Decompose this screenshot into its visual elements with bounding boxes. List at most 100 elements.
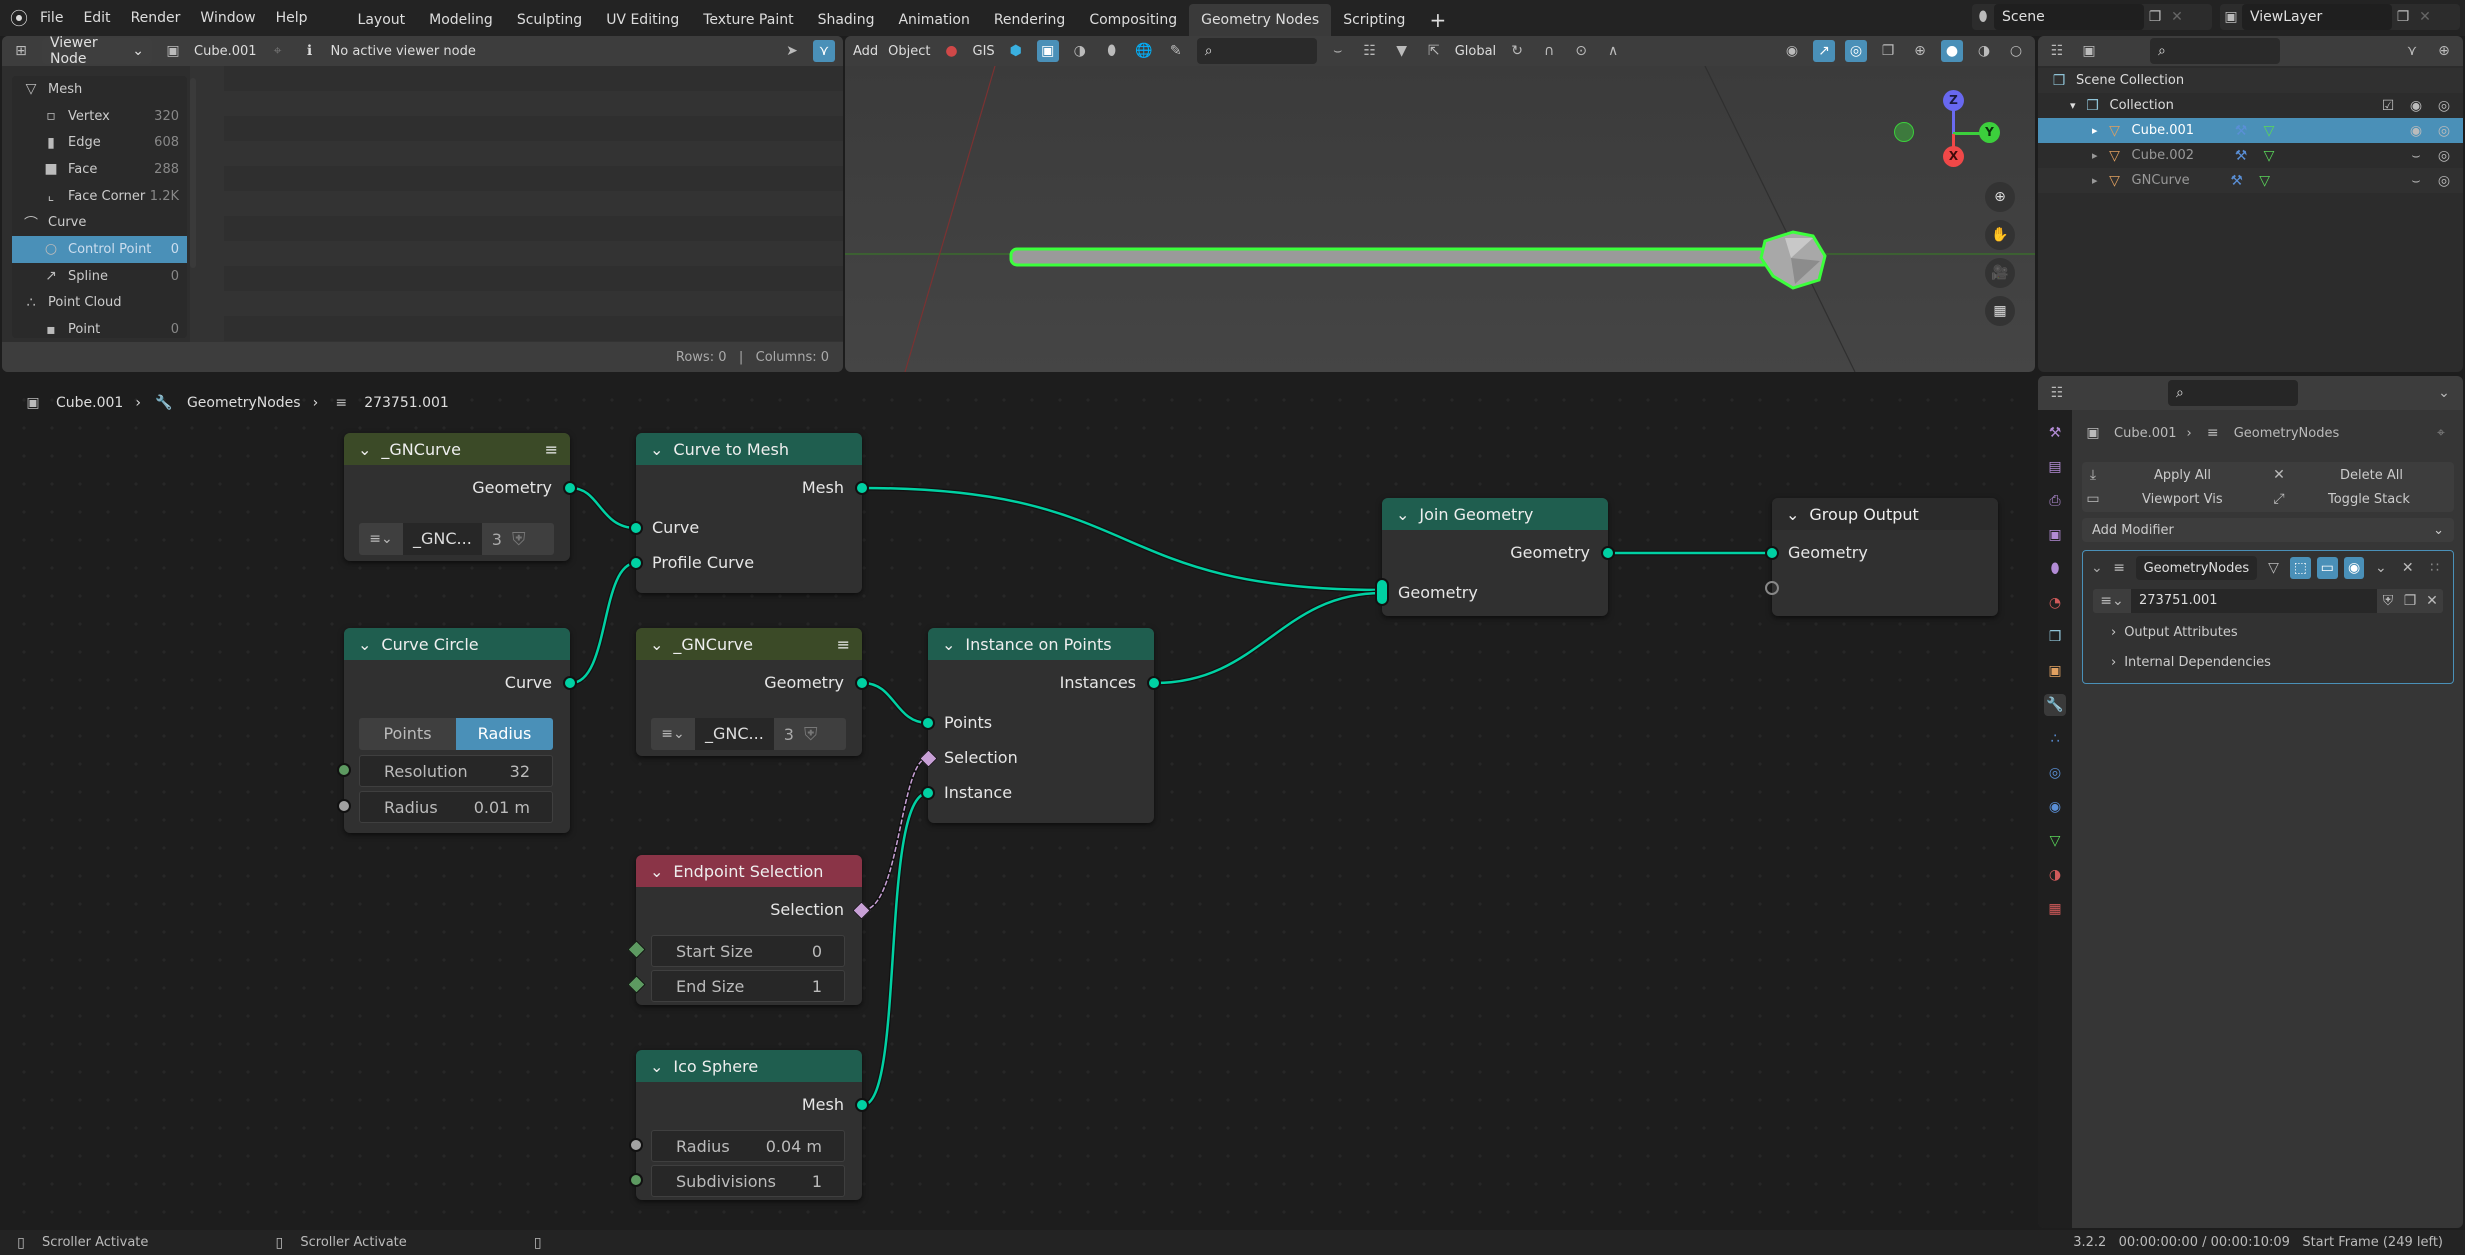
expand-arrow-icon[interactable]: ▸	[2092, 124, 2098, 137]
node-instance-on-points[interactable]: ⌄ Instance on Points Instances Points Sel…	[919, 628, 1161, 823]
brush-icon[interactable]: ✎	[1165, 40, 1187, 62]
remove-modifier-icon[interactable]: ✕	[2397, 557, 2418, 579]
tab-uv-editing[interactable]: UV Editing	[594, 4, 691, 36]
node-endpoint-selection[interactable]: ⌄ Endpoint Selection Selection Start Size…	[627, 855, 871, 1005]
viewport-vis-button[interactable]: ▭ Viewport Vis	[2082, 488, 2268, 510]
remove-scene-icon[interactable]: ✕	[2166, 6, 2188, 28]
menu-gis[interactable]: GIS	[973, 44, 995, 59]
checkbox-icon[interactable]: ☑	[2377, 95, 2399, 117]
camera-icon[interactable]: ◎	[2433, 120, 2455, 142]
camera-icon[interactable]: ◎	[2433, 95, 2455, 117]
navigation-gizmo[interactable]: Z Y X	[1894, 82, 2035, 192]
domain-item-control-point[interactable]: ○ Control Point 0	[12, 236, 187, 263]
node-group-selector[interactable]: ≡⌄ _GNC... 3 ⛨	[651, 718, 846, 750]
viewport-search[interactable]: ⌕	[1196, 38, 1317, 64]
chevron-down-icon[interactable]: ⌄	[2370, 557, 2391, 579]
gizmo-toggle-icon[interactable]: ↗	[1813, 40, 1835, 62]
object-tab-icon[interactable]: ▣	[2044, 660, 2066, 682]
mesh-data-icon[interactable]: ▽	[2258, 145, 2280, 167]
delete-all-button[interactable]: ✕ Delete All	[2268, 464, 2454, 486]
mesh-data-icon[interactable]: ▽	[2258, 120, 2280, 142]
output-geometry-socket[interactable]	[855, 676, 869, 690]
outliner-item-cube-002[interactable]: ▸ ▽ Cube.002 ⚒ ▽ ⌣ ◎	[2038, 143, 2463, 168]
output-mesh-socket[interactable]	[855, 1098, 869, 1112]
snap-curve-icon[interactable]: ⌣	[1327, 40, 1349, 62]
new-collection-icon[interactable]: ⊕	[2433, 40, 2455, 62]
modifier-name-field[interactable]: GeometryNodes	[2135, 556, 2258, 580]
output-curve-socket[interactable]	[563, 676, 577, 690]
resolution-field[interactable]: Resolution 32	[359, 755, 553, 787]
visibility-icon[interactable]: ◉	[1781, 40, 1803, 62]
input-radius-socket[interactable]	[629, 1138, 643, 1152]
3d-viewport[interactable]: Add Object ● GIS ⬢ ▣ ◑ ⬮ 🌐 ✎ ⌕ ⌣ ☷ ▼ ⇱ G…	[845, 36, 2035, 372]
input-resolution-socket[interactable]	[337, 763, 351, 777]
fake-user-shield-icon[interactable]: ⛨	[512, 529, 526, 550]
new-scene-icon[interactable]: ❐	[2144, 6, 2166, 28]
scene-field[interactable]: Scene	[1994, 4, 2144, 30]
pin-icon[interactable]: ⌖	[2430, 422, 2452, 444]
unlink-icon[interactable]: ✕	[2421, 590, 2443, 612]
output-geometry-socket[interactable]	[1601, 546, 1615, 560]
menu-edit[interactable]: Edit	[73, 10, 120, 26]
ortho-grid-icon[interactable]: ▦	[1985, 296, 2015, 326]
falloff-icon[interactable]: ∧	[1602, 40, 1624, 62]
domain-item-mesh[interactable]: ▽ Mesh	[12, 76, 187, 103]
texture-tab-icon[interactable]: ▦	[2044, 898, 2066, 920]
collapse-chevron-icon[interactable]: ⌄	[1786, 505, 1799, 524]
camera-icon[interactable]: ◎	[2433, 145, 2455, 167]
solid-shading-icon[interactable]: ●	[1941, 40, 1963, 62]
node-gncurve-2[interactable]: ⌄ _GNCurve ≡ Geometry ≡⌄ _GNC... 3 ⛨	[636, 628, 869, 756]
collapse-chevron-icon[interactable]: ⌄	[650, 440, 663, 459]
world-icon[interactable]: 🌐	[1133, 40, 1155, 62]
node-ico-sphere[interactable]: ⌄ Ico Sphere Mesh Radius 0.04 m Subdivisio…	[629, 1050, 869, 1200]
output-mesh-socket[interactable]	[855, 481, 869, 495]
domain-item-face[interactable]: ■ Face 288	[12, 156, 187, 183]
fake-user-shield-icon[interactable]: ⛨	[2377, 590, 2399, 612]
render-tab-icon[interactable]: ▤	[2044, 456, 2066, 478]
expand-arrow-icon[interactable]: ▾	[2070, 99, 2076, 112]
pan-hand-icon[interactable]: ✋	[1985, 220, 2015, 250]
menu-help[interactable]: Help	[266, 10, 318, 26]
drag-handle-icon[interactable]: ∷	[2424, 557, 2445, 579]
pivot-icon[interactable]: ↻	[1506, 40, 1528, 62]
node-editor-canvas[interactable]: ▣ Cube.001 › 🔧 GeometryNodes › ≡ 273751.…	[0, 378, 2038, 1230]
node-join-geometry[interactable]: ⌄ Join Geometry Geometry Geometry	[1375, 498, 1615, 616]
gizmo-z-axis[interactable]: Z	[1943, 90, 1964, 111]
scene-tab-icon[interactable]: ⬮	[2044, 558, 2066, 580]
tab-texture-paint[interactable]: Texture Paint	[691, 4, 805, 36]
tool-tab-icon[interactable]: ⚒	[2044, 422, 2066, 444]
radius-field[interactable]: Radius 0.01 m	[359, 791, 553, 823]
filter-funnel-icon[interactable]: ▼	[1391, 40, 1413, 62]
mode-points-button[interactable]: Points	[359, 718, 456, 750]
view-layer-icon[interactable]: ▣	[2220, 6, 2242, 28]
menu-window[interactable]: Window	[190, 10, 265, 26]
filter-icon[interactable]: ⋎	[2401, 40, 2423, 62]
hierarchy-icon[interactable]: ☷	[1359, 40, 1381, 62]
node-curve-to-mesh[interactable]: ⌄ Curve to Mesh Mesh Curve Profile Curve	[629, 433, 869, 593]
collection-tab-icon[interactable]: ❒	[2044, 626, 2066, 648]
node-curve-circle[interactable]: ⌄ Curve Circle Curve Points Radius Resolu…	[337, 628, 577, 833]
eye-icon[interactable]: ◉	[2405, 120, 2427, 142]
apply-all-button[interactable]: ⤓ Apply All	[2082, 464, 2268, 486]
viewer-node-dropdown[interactable]: Viewer Node ⌄	[42, 36, 152, 67]
node-group-output[interactable]: ⌄ Group Output Geometry	[1765, 498, 1998, 616]
domain-item-point[interactable]: ▪ Point 0	[12, 316, 187, 343]
physics-tab-icon[interactable]: ◎	[2044, 762, 2066, 784]
proportional-edit-icon[interactable]: ⊙	[1570, 40, 1592, 62]
eye-closed-icon[interactable]: ⌣	[2405, 170, 2427, 192]
mesh-data-icon[interactable]: ▽	[2254, 170, 2276, 192]
collapse-chevron-icon[interactable]: ⌄	[650, 1057, 663, 1076]
tab-animation[interactable]: Animation	[886, 4, 981, 36]
add-workspace-button[interactable]: +	[1417, 4, 1458, 36]
on-cage-icon[interactable]: ⬚	[2289, 557, 2311, 579]
show-render-icon[interactable]: ◉	[2343, 557, 2365, 579]
wrench-icon[interactable]: ⚒	[2230, 145, 2252, 167]
menu-render[interactable]: Render	[121, 10, 191, 26]
camera-icon[interactable]: ◎	[2433, 170, 2455, 192]
xray-icon[interactable]: ❐	[1877, 40, 1899, 62]
pin-icon[interactable]: ⌖	[267, 40, 289, 62]
remove-view-layer-icon[interactable]: ✕	[2414, 6, 2436, 28]
node-gncurve-1[interactable]: ⌄ _GNCurve ≡ Geometry ≡⌄ _GNC... 3 ⛨	[344, 433, 577, 561]
tab-scripting[interactable]: Scripting	[1331, 4, 1417, 36]
particles-tab-icon[interactable]: ∴	[2044, 728, 2066, 750]
